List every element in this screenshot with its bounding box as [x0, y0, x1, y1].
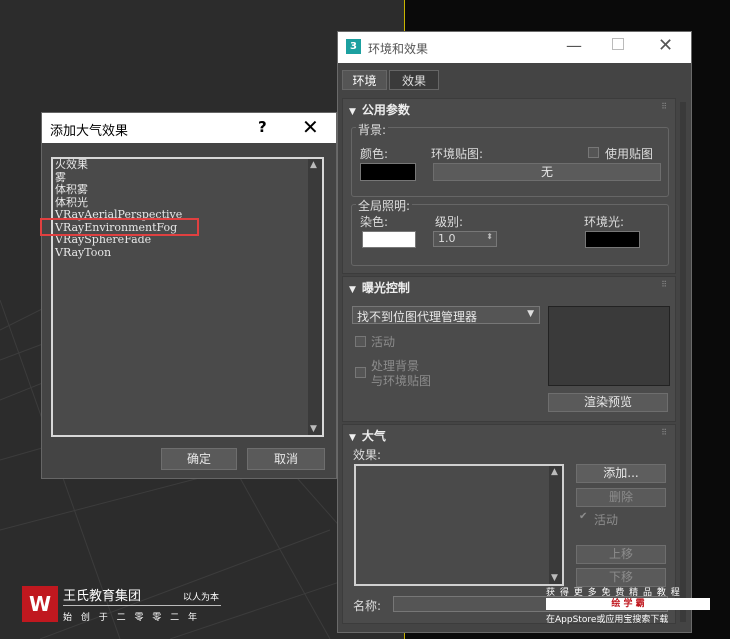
- promo-line-1: 获 得 更 多 免 费 精 品 教 程: [546, 588, 681, 598]
- scroll-down-icon[interactable]: ▼: [551, 573, 558, 583]
- drag-handle-icon[interactable]: ⠿: [661, 428, 667, 437]
- brand-year: 始 创 于 二 零 零 二 年: [63, 613, 201, 623]
- background-color-swatch[interactable]: [360, 163, 416, 181]
- collapse-icon: ▼: [349, 433, 356, 443]
- ambient-color-swatch[interactable]: [585, 231, 640, 248]
- global-lighting-label: 全局照明:: [356, 197, 413, 214]
- delete-button[interactable]: 删除: [576, 488, 666, 507]
- tab-environment[interactable]: 环境: [342, 70, 387, 90]
- window-title-bar[interactable]: 3 环境和效果 — ✕: [338, 32, 691, 63]
- ambient-label: 环境光:: [584, 215, 625, 229]
- exposure-active-label: 活动: [371, 335, 396, 349]
- add-button[interactable]: 添加...: [576, 464, 666, 483]
- brand-motto: 以人为本: [183, 593, 220, 603]
- exposure-active-checkbox[interactable]: [355, 336, 366, 347]
- window-scrollbar[interactable]: [680, 102, 686, 622]
- use-map-checkbox[interactable]: [588, 147, 599, 158]
- environment-effects-window: 3 环境和效果 — ✕ 环境 效果 ▼ 公用参数 ⠿ 背景: 颜色: 环境贴图: …: [337, 31, 692, 633]
- close-icon[interactable]: ✕: [658, 35, 673, 56]
- collapse-icon: ▼: [349, 285, 356, 295]
- drag-handle-icon[interactable]: ⠿: [661, 280, 667, 289]
- spinner-arrows-icon[interactable]: ⬍: [486, 232, 493, 241]
- rollout-header[interactable]: ▼ 公用参数: [349, 101, 410, 118]
- help-button[interactable]: ?: [258, 118, 267, 136]
- exposure-preview: [548, 306, 670, 386]
- level-label: 级别:: [435, 215, 464, 229]
- move-up-button[interactable]: 上移: [576, 545, 666, 564]
- list-item[interactable]: 体积雾: [55, 183, 182, 197]
- tint-color-swatch[interactable]: [362, 231, 416, 248]
- list-scrollbar[interactable]: ▲ ▼: [308, 159, 322, 435]
- use-map-label: 使用贴图: [605, 147, 654, 161]
- env-map-label: 环境贴图:: [431, 147, 484, 161]
- exposure-control-rollout: ▼ 曝光控制 ⠿ 找不到位图代理管理器 ▼ 活动 处理背景 与环境贴图 渲染预览: [342, 276, 676, 422]
- process-bg-label-2: 与环境贴图: [371, 374, 432, 388]
- maximize-icon[interactable]: [612, 38, 624, 50]
- promo-line-3: 在AppStore或应用宝搜索下载: [546, 615, 669, 625]
- cancel-button[interactable]: 取消: [247, 448, 325, 470]
- scroll-down-icon[interactable]: ▼: [310, 424, 317, 434]
- check-icon: ✔: [579, 511, 588, 522]
- background-group-label: 背景:: [356, 121, 389, 138]
- rollout-header[interactable]: ▼ 曝光控制: [349, 279, 410, 296]
- brand-name: 王氏教育集团: [63, 589, 142, 604]
- add-atmosphere-dialog: 添加大气效果 ? ✕ 火效果 雾 体积雾 体积光 VRayAerialPersp…: [41, 112, 337, 479]
- scroll-up-icon[interactable]: ▲: [551, 467, 558, 477]
- dialog-title: 添加大气效果: [50, 124, 129, 139]
- name-label: 名称:: [353, 599, 382, 613]
- tab-effects[interactable]: 效果: [389, 70, 439, 90]
- render-preview-button[interactable]: 渲染预览: [548, 393, 668, 412]
- effect-list[interactable]: 火效果 雾 体积雾 体积光 VRayAerialPerspective VRay…: [51, 157, 324, 437]
- divider: [63, 605, 221, 606]
- window-title: 环境和效果: [368, 42, 429, 56]
- dialog-title-bar[interactable]: 添加大气效果 ? ✕: [42, 113, 336, 143]
- exposure-dropdown-value: 找不到位图代理管理器: [357, 310, 478, 324]
- app-icon: 3: [346, 39, 361, 54]
- ok-button[interactable]: 确定: [161, 448, 237, 470]
- atmo-active-label: 活动: [594, 513, 619, 527]
- background-group: [351, 127, 669, 197]
- scroll-up-icon[interactable]: ▲: [310, 160, 317, 170]
- chevron-down-icon: ▼: [527, 309, 534, 319]
- env-map-button[interactable]: 无: [433, 163, 661, 181]
- tint-label: 染色:: [360, 215, 389, 229]
- effects-label: 效果:: [353, 448, 382, 462]
- rollout-header[interactable]: ▼ 大气: [349, 427, 386, 444]
- color-label: 颜色:: [360, 147, 389, 161]
- level-spinner[interactable]: 1.0 ⬍: [433, 231, 497, 247]
- common-params-rollout: ▼ 公用参数 ⠿ 背景: 颜色: 环境贴图: 使用贴图 无 全局照明: 染色: 级…: [342, 98, 676, 274]
- brand-logo: W: [22, 586, 58, 622]
- minimize-icon[interactable]: —: [566, 36, 582, 55]
- effects-list[interactable]: ▲ ▼: [354, 464, 564, 586]
- drag-handle-icon[interactable]: ⠿: [661, 102, 667, 111]
- effects-scrollbar[interactable]: ▲ ▼: [549, 466, 562, 584]
- list-item[interactable]: VRayToon: [55, 246, 182, 260]
- selection-highlight-box: [40, 218, 199, 236]
- level-value: 1.0: [438, 232, 456, 245]
- promo-line-2: 绘 学 霸: [546, 598, 710, 610]
- collapse-icon: ▼: [349, 107, 356, 117]
- process-bg-checkbox[interactable]: [355, 367, 366, 378]
- exposure-dropdown[interactable]: 找不到位图代理管理器 ▼: [352, 306, 540, 324]
- close-icon[interactable]: ✕: [302, 115, 319, 139]
- list-item[interactable]: 火效果: [55, 158, 182, 172]
